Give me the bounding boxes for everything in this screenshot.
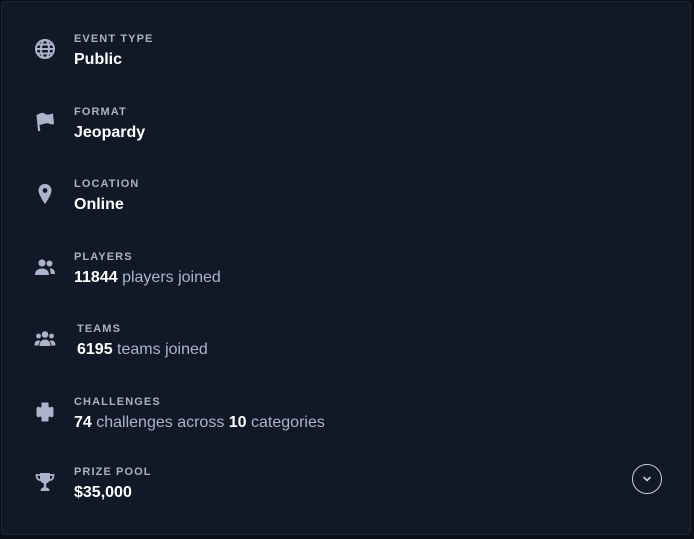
location-label: LOCATION <box>74 178 140 190</box>
categories-count: 10 <box>228 414 247 431</box>
challenges-middle: challenges across <box>96 414 225 431</box>
event-details-card: EVENT TYPE Public FORMAT Jeopardy LOCATI… <box>1 1 691 535</box>
flag-icon <box>32 109 58 135</box>
challenges-label: CHALLENGES <box>74 396 161 408</box>
detail-location: LOCATION Online <box>2 177 692 237</box>
challenges-count: 74 <box>74 414 92 431</box>
players-value: 11844 players joined <box>74 268 221 288</box>
players-count: 11844 <box>74 269 118 286</box>
teams-label: TEAMS <box>77 323 121 335</box>
event-type-value: Public <box>74 51 123 68</box>
challenges-value: 74 challenges across 10 categories <box>74 413 325 433</box>
users-icon <box>32 254 58 280</box>
event-type-label: EVENT TYPE <box>74 33 154 45</box>
expand-button[interactable] <box>632 464 662 494</box>
teams-count: 6195 <box>77 341 113 358</box>
detail-players: PLAYERS 11844 players joined <box>2 250 692 310</box>
puzzle-icon <box>32 399 58 425</box>
teams-value: 6195 teams joined <box>77 340 208 360</box>
detail-challenges: CHALLENGES 74 challenges across 10 categ… <box>2 395 692 455</box>
detail-event-type: EVENT TYPE Public <box>2 32 692 92</box>
players-suffix: players joined <box>122 269 221 286</box>
trophy-icon <box>32 469 58 495</box>
teams-suffix: teams joined <box>117 341 208 358</box>
format-value: Jeopardy <box>74 124 146 141</box>
detail-prize-pool: PRIZE POOL $35,000 <box>2 465 692 525</box>
detail-teams: TEAMS 6195 teams joined <box>2 322 692 382</box>
chevron-down-icon <box>641 473 653 485</box>
categories-suffix: categories <box>251 414 325 431</box>
prize-pool-label: PRIZE POOL <box>74 466 152 478</box>
format-label: FORMAT <box>74 106 127 118</box>
globe-icon <box>32 36 58 62</box>
players-label: PLAYERS <box>74 251 133 263</box>
location-value: Online <box>74 196 124 213</box>
team-icon <box>32 326 58 352</box>
prize-pool-value: $35,000 <box>74 484 132 501</box>
location-pin-icon <box>32 181 58 207</box>
detail-format: FORMAT Jeopardy <box>2 105 692 165</box>
